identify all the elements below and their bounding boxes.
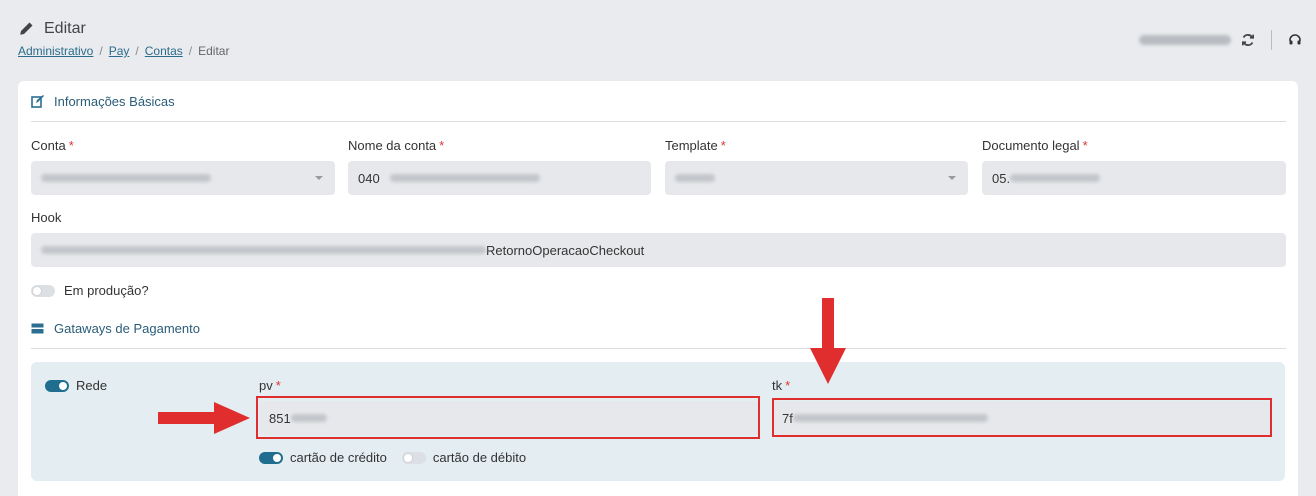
template-select[interactable]	[665, 161, 968, 195]
redacted-value	[1010, 174, 1101, 182]
redacted-value	[675, 174, 715, 182]
tk-label: tk *	[772, 378, 791, 393]
user-area	[1139, 30, 1302, 50]
hook-value-suffix: RetornoOperacaoCheckout	[486, 242, 645, 258]
rede-toggle[interactable]	[45, 379, 69, 392]
divider	[1271, 30, 1272, 50]
breadcrumb-separator: /	[99, 44, 103, 58]
debito-toggle[interactable]	[401, 451, 426, 464]
breadcrumb-link-pay[interactable]: Pay	[109, 44, 130, 58]
card-icon	[31, 323, 44, 334]
breadcrumb-link-administrativo[interactable]: Administrativo	[18, 44, 93, 58]
hook-input[interactable]: RetornoOperacaoCheckout	[31, 233, 1286, 267]
rede-toggle-row: Rede	[45, 378, 107, 393]
breadcrumb-separator: /	[188, 44, 193, 58]
documento-legal-input[interactable]: 05.	[982, 161, 1286, 195]
em-producao-row: Em produção?	[31, 283, 149, 298]
arrow-right-icon	[158, 402, 250, 434]
redacted-value	[41, 246, 486, 254]
page-title: Editar	[44, 20, 86, 37]
headset-icon[interactable]	[1288, 33, 1302, 47]
template-label: Template *	[665, 138, 726, 153]
chevron-down-icon	[315, 176, 323, 180]
section-divider	[31, 121, 1286, 122]
redacted-value	[41, 174, 211, 182]
credito-toggle[interactable]	[259, 451, 283, 464]
redacted-value	[389, 174, 540, 182]
nome-da-conta-label: Nome da conta *	[348, 138, 445, 153]
section-gateways: Gataways de Pagamento	[31, 321, 200, 336]
breadcrumb-separator: /	[135, 44, 139, 58]
em-producao-toggle[interactable]	[31, 284, 55, 297]
section-title: Informações Básicas	[54, 94, 175, 109]
breadcrumb-current: Editar	[198, 44, 230, 58]
user-name-redacted[interactable]	[1139, 35, 1231, 45]
chevron-down-icon	[948, 176, 956, 180]
refresh-icon[interactable]	[1241, 33, 1255, 47]
page-header: Editar	[18, 20, 86, 38]
breadcrumb: Administrativo / Pay / Contas / Editar	[18, 44, 229, 58]
section-divider	[31, 348, 1286, 349]
nome-da-conta-input[interactable]: 040	[348, 161, 651, 195]
top-bar: Editar Administrativo / Pay / Contas / E…	[0, 0, 1316, 76]
credito-label: cartão de crédito	[290, 450, 387, 465]
pv-label: pv *	[259, 378, 281, 393]
em-producao-label: Em produção?	[64, 283, 149, 298]
conta-label: Conta *	[31, 138, 74, 153]
hook-label: Hook	[31, 210, 62, 225]
arrow-down-icon	[810, 298, 846, 384]
breadcrumb-link-contas[interactable]: Contas	[145, 44, 183, 58]
rede-label: Rede	[76, 378, 108, 393]
section-basic-info: Informações Básicas	[31, 94, 175, 109]
edit-icon	[31, 95, 44, 108]
pencil-icon	[20, 22, 33, 35]
section-title: Gataways de Pagamento	[54, 321, 200, 336]
debito-label: cartão de débito	[432, 450, 527, 465]
conta-select[interactable]	[31, 161, 335, 195]
highlight-box-pv	[256, 396, 760, 439]
credito-row: cartão de crédito cartão de débito	[259, 450, 526, 465]
highlight-box-tk	[772, 398, 1272, 437]
documento-legal-label: Documento legal *	[982, 138, 1088, 153]
